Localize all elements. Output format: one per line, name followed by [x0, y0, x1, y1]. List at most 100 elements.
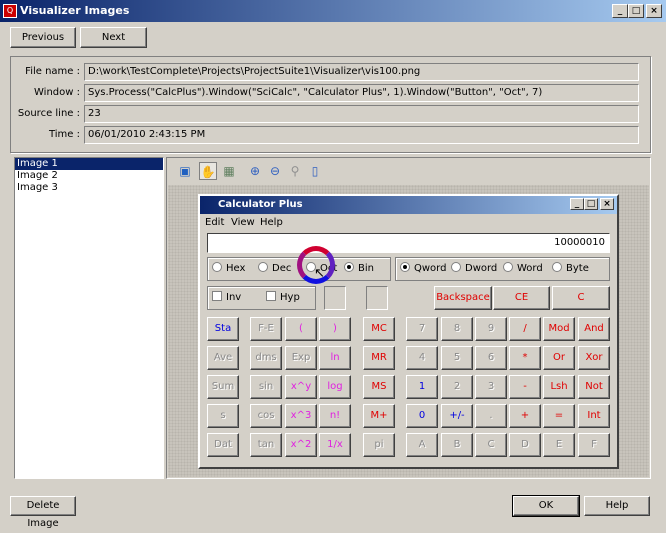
calc-key: Sum [207, 375, 239, 399]
radio-label: Dec [272, 263, 292, 274]
calc-key: . [475, 404, 507, 428]
calc-key: dms [250, 346, 282, 370]
file-name-label: File name : [25, 66, 80, 77]
time-label: Time : [48, 129, 80, 140]
calc-key: Ave [207, 346, 239, 370]
calc-menu-help: Help [260, 217, 283, 228]
calc-key: F-E [250, 317, 282, 341]
inv-hyp-group: Inv Hyp [207, 286, 316, 310]
calc-key: log [319, 375, 351, 399]
c-key: C [552, 286, 610, 310]
radio-label: Byte [566, 263, 589, 274]
calc-key: 2 [441, 375, 473, 399]
radio-circle [400, 262, 410, 272]
calc-key: tan [250, 433, 282, 457]
calc-key: = [543, 404, 575, 428]
calc-key: / [509, 317, 541, 341]
calc-key: sin [250, 375, 282, 399]
calc-key: MR [363, 346, 395, 370]
radio-hex: Hex [212, 258, 245, 280]
radio-label: Qword [414, 263, 447, 274]
size-group: Qword Dword Word Byte [395, 257, 610, 281]
ok-button[interactable]: OK [512, 495, 580, 517]
mouse-cursor-icon: ↖ [314, 266, 325, 281]
calc-key: MS [363, 375, 395, 399]
next-button[interactable]: Next [80, 27, 147, 48]
minimize-button[interactable]: _ [612, 4, 628, 18]
help-button[interactable]: Help [584, 496, 650, 516]
calc-close-icon: × [600, 198, 614, 210]
calc-key: 4 [406, 346, 438, 370]
calc-key: Int [578, 404, 610, 428]
paren-indicator [324, 286, 346, 310]
calc-key: 1/x [319, 433, 351, 457]
radio-bin: Bin [344, 258, 374, 280]
calc-key: cos [250, 404, 282, 428]
calc-key: 8 [441, 317, 473, 341]
calc-key: pi [363, 433, 395, 457]
calc-key: x^2 [285, 433, 317, 457]
calc-key: Lsh [543, 375, 575, 399]
radio-qword: Qword [400, 258, 446, 280]
calc-minimize-icon: _ [570, 198, 584, 210]
window-title: Visualizer Images [20, 4, 130, 17]
calc-key: ( [285, 317, 317, 341]
ce-key: CE [493, 286, 550, 310]
calc-key: A [406, 433, 438, 457]
calc-key: Or [543, 346, 575, 370]
list-item[interactable]: Image 1 [15, 158, 163, 170]
hand-icon[interactable]: ✋ [199, 162, 217, 180]
radio-byte: Byte [552, 258, 589, 280]
calc-key: 1 [406, 375, 438, 399]
maximize-button[interactable]: □ [628, 4, 644, 18]
image-list[interactable]: Image 1 Image 2 Image 3 [14, 157, 164, 479]
radio-circle [552, 262, 562, 272]
list-item[interactable]: Image 2 [15, 170, 163, 182]
radio-circle [258, 262, 268, 272]
list-item[interactable]: Image 3 [15, 182, 163, 194]
calc-key: +/- [441, 404, 473, 428]
previous-button[interactable]: Previous [10, 27, 76, 48]
delete-image-button[interactable]: Delete Image [10, 496, 76, 529]
calculator-screenshot: Calculator Plus _ □ × Edit View Help 100… [198, 194, 619, 469]
page-icon[interactable]: ▯ [306, 162, 324, 180]
calc-key: E [543, 433, 575, 457]
radio-word: Word [503, 258, 543, 280]
radio-label: Bin [358, 263, 374, 274]
calc-key: Exp [285, 346, 317, 370]
window-label: Window : [34, 87, 80, 98]
radio-circle [503, 262, 513, 272]
calc-menu-view: View [231, 217, 255, 228]
zoom-out-icon[interactable]: ⊖ [266, 162, 284, 180]
calc-key: F [578, 433, 610, 457]
app-icon: Q [3, 4, 17, 18]
time-field[interactable]: 06/01/2010 2:43:15 PM [84, 126, 639, 144]
calc-key: 9 [475, 317, 507, 341]
radio-dword: Dword [451, 258, 497, 280]
calc-display: 10000010 [207, 233, 610, 253]
calc-key: - [509, 375, 541, 399]
select-icon[interactable]: ▦ [220, 162, 238, 180]
close-button[interactable]: × [646, 4, 662, 18]
backspace-key: Backspace [434, 286, 492, 310]
source-line-field[interactable]: 23 [84, 105, 639, 123]
inv-checkbox [212, 291, 222, 301]
file-name-field[interactable]: D:\work\TestComplete\Projects\ProjectSui… [84, 63, 639, 81]
calc-menu-edit: Edit [205, 217, 225, 228]
calc-title: Calculator Plus [218, 199, 303, 210]
title-bar: Visualizer Images [0, 0, 666, 22]
source-line-label: Source line : [17, 108, 80, 119]
calc-key: ln [319, 346, 351, 370]
image-icon[interactable]: ▣ [176, 162, 194, 180]
zoom-reset-icon[interactable]: ⚲ [286, 162, 304, 180]
calc-key: ) [319, 317, 351, 341]
calc-key: Not [578, 375, 610, 399]
memory-indicator [366, 286, 388, 310]
calc-key: Dat [207, 433, 239, 457]
hyp-label: Hyp [280, 292, 300, 303]
window-field[interactable]: Sys.Process("CalcPlus").Window("SciCalc"… [84, 84, 639, 102]
radio-label: Dword [465, 263, 498, 274]
calc-key: 0 [406, 404, 438, 428]
calc-key: And [578, 317, 610, 341]
zoom-in-icon[interactable]: ⊕ [246, 162, 264, 180]
